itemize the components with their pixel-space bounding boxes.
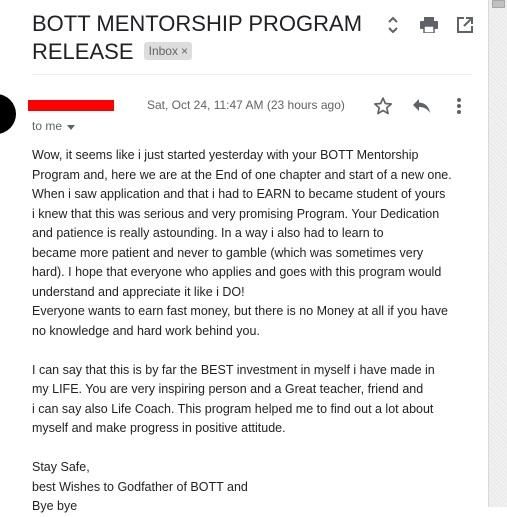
message-body: Wow, it seems like i just started yester… [32, 146, 477, 517]
body-line: became more patient and never to gamble … [32, 245, 424, 260]
sender-name-redacted [28, 100, 114, 111]
more-vert-icon[interactable] [448, 95, 470, 117]
message-actions [372, 95, 470, 117]
body-line: Program and, here we are at the End of o… [32, 167, 452, 182]
body-line: I can say that this is by far the BEST i… [32, 362, 435, 377]
remove-label-button[interactable]: × [181, 44, 188, 58]
body-line: Wow, it seems like i just started yester… [32, 148, 419, 162]
thread-toolbar [382, 14, 476, 36]
star-icon[interactable] [372, 95, 394, 117]
body-line: no knowledge and hard work behind you. [32, 323, 260, 338]
scrollbar-thumb[interactable] [492, 0, 505, 8]
recipient-label: to me [32, 119, 63, 133]
subject-line-1: BOTT MENTORSHIP PROGRAM [32, 11, 363, 36]
vertical-scrollbar[interactable] [488, 0, 507, 507]
open-in-new-icon[interactable] [454, 14, 476, 36]
body-line: Everyone wants to earn fast money, but t… [32, 304, 448, 318]
body-line: and patience is really astounding. In a … [32, 226, 384, 240]
reply-icon[interactable] [410, 95, 432, 117]
recipient-details-toggle[interactable]: to me [32, 119, 76, 133]
body-line: i knew that this was serious and very pr… [32, 206, 440, 221]
body-line: When i saw application and that i had to… [32, 187, 446, 201]
message-date: Sat, Oct 24, 11:47 AM (23 hours ago) [147, 98, 345, 112]
subject-line-2: RELEASE [32, 39, 134, 64]
body-line: my LIFE. You are very inspiring person a… [32, 382, 424, 396]
body-line: hard). I hope that everyone who applies … [32, 265, 442, 279]
header-divider [32, 74, 472, 75]
inbox-label-badge[interactable]: Inbox × [143, 42, 192, 60]
print-icon[interactable] [418, 14, 440, 36]
sender-avatar[interactable] [0, 94, 16, 134]
badge-label: Inbox [148, 44, 178, 58]
unfold-icon[interactable] [382, 14, 404, 36]
body-line: understand and appreciate it like i DO! [32, 284, 245, 299]
chevron-down-icon[interactable] [67, 119, 76, 133]
body-line: myself and make progress in positive att… [32, 421, 286, 435]
body-line: best Wishes to Godfather of BOTT and [32, 479, 248, 494]
body-line: i can say also Life Coach. This program … [32, 401, 434, 416]
body-line: Stay Safe, [32, 460, 90, 474]
